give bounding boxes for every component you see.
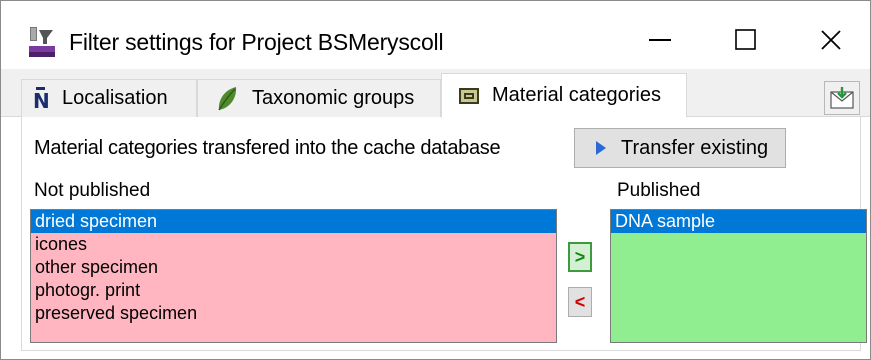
maximize-button[interactable] <box>716 15 776 65</box>
list-item[interactable]: preserved specimen <box>31 302 556 325</box>
list-item[interactable]: other specimen <box>31 256 556 279</box>
tab-label: Material categories <box>492 84 661 106</box>
transfer-button-label: Transfer existing <box>621 136 769 159</box>
published-list[interactable]: DNA sample <box>610 209 867 343</box>
list-item[interactable]: dried specimen <box>31 210 556 233</box>
svg-text:N: N <box>33 89 50 111</box>
tab-strip: N Localisation Taxonomic groups Material… <box>1 69 870 118</box>
localisation-icon: N <box>32 86 50 111</box>
panel-description: Material categories transfered into the … <box>34 137 501 159</box>
title-bar: Filter settings for Project BSMeryscoll <box>1 1 870 69</box>
tab-taxonomic-groups[interactable]: Taxonomic groups <box>197 79 441 117</box>
leaf-icon <box>216 86 238 112</box>
tab-label: Taxonomic groups <box>252 87 415 109</box>
tab-material-categories[interactable]: Material categories <box>441 73 687 118</box>
published-label: Published <box>617 180 701 201</box>
publish-button[interactable]: > <box>568 242 592 272</box>
tab-label: Localisation <box>62 87 168 109</box>
material-categories-panel: Material categories transfered into the … <box>21 117 867 351</box>
not-published-label: Not published <box>34 180 151 201</box>
envelope-download-icon <box>829 86 855 110</box>
list-item[interactable]: icones <box>31 233 556 256</box>
list-item[interactable]: photogr. print <box>31 279 556 302</box>
filter-app-icon <box>27 26 57 58</box>
export-settings-button[interactable] <box>824 81 860 115</box>
window-title: Filter settings for Project BSMeryscoll <box>69 29 444 55</box>
filter-settings-window: Filter settings for Project BSMeryscoll … <box>0 0 871 360</box>
list-item[interactable]: DNA sample <box>611 210 866 233</box>
transfer-existing-button[interactable]: Transfer existing <box>574 128 786 168</box>
not-published-list[interactable]: dried specimen icones other specimen pho… <box>30 209 557 343</box>
close-button[interactable] <box>801 15 861 65</box>
category-icon <box>458 86 480 106</box>
unpublish-button[interactable]: < <box>568 287 592 317</box>
tab-localisation[interactable]: N Localisation <box>21 79 197 117</box>
minimize-button[interactable] <box>631 15 691 65</box>
play-icon <box>595 140 607 156</box>
